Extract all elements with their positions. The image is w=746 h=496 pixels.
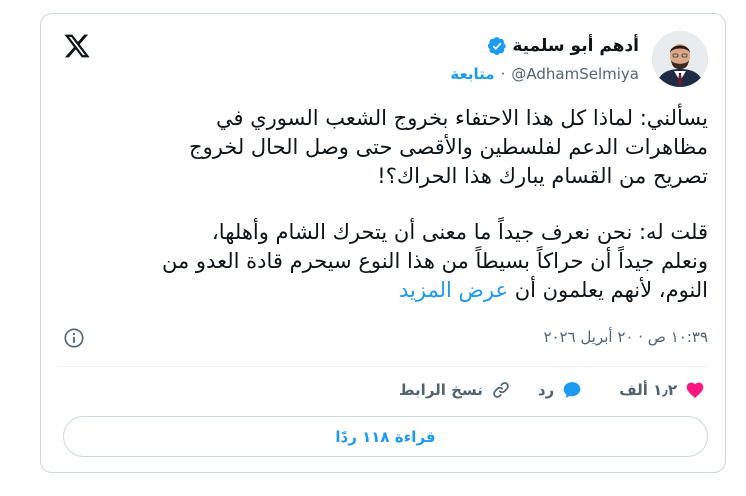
action-bar: ١٫٢ ألف رد نسخ الرابط — [399, 380, 705, 400]
separator-dot: · — [500, 65, 506, 83]
x-logo-icon[interactable] — [63, 32, 91, 60]
heart-icon — [685, 380, 705, 400]
tweet-line: قلت له: نحن نعرف جيداً ما معنى أن يتحرك … — [212, 220, 708, 244]
link-icon — [491, 380, 511, 400]
reply-button[interactable]: رد — [538, 380, 582, 400]
reply-label: رد — [537, 381, 555, 399]
tweet-line: النوم، لأنهم يعلمون أن — [514, 278, 708, 302]
reply-bubble-icon — [562, 380, 582, 400]
copy-link-button[interactable]: نسخ الرابط — [399, 380, 511, 400]
tweet-line: يسألني: لماذا كل هذا الاحتفاء بخروج الشع… — [215, 106, 708, 130]
copy-link-label: نسخ الرابط — [398, 381, 483, 399]
tweet-line-last: النوم، لأنهم يعلمون أن عرض المزيد — [60, 276, 708, 305]
divider — [58, 366, 708, 367]
verified-badge-icon — [487, 36, 507, 56]
author-name-row: أدهم أبو سلمية — [487, 36, 639, 56]
tweet-text: يسألني: لماذا كل هذا الاحتفاء بخروج الشع… — [60, 104, 708, 305]
tweet-card: أدهم أبو سلمية @AdhamSelmiya · متابعة يس… — [40, 13, 726, 473]
tweet-line: تصريح من القسام يبارك هذا الحراك؟! — [377, 164, 708, 188]
avatar[interactable] — [652, 31, 708, 87]
read-replies-label: قراءة ١١٨ ردًا — [335, 427, 436, 446]
tweet-line: مظاهرات الدعم لفلسطين والأقصى حتى وصل ال… — [189, 135, 708, 159]
author-handle-row: @AdhamSelmiya · متابعة — [450, 65, 639, 83]
tweet-timestamp[interactable]: ١٠:٣٩ ص · ٢٠ أبريل ٢٠٢٦ — [543, 328, 708, 346]
tweet-line: ونعلم جيداً أن حراكاً بسيطاً من هذا النو… — [162, 249, 708, 273]
follow-button[interactable]: متابعة — [450, 65, 494, 83]
like-button[interactable]: ١٫٢ ألف — [619, 380, 705, 400]
likes-count: ١٫٢ ألف — [619, 381, 677, 399]
info-icon[interactable] — [63, 327, 85, 349]
author-name[interactable]: أدهم أبو سلمية — [512, 36, 639, 56]
read-replies-button[interactable]: قراءة ١١٨ ردًا — [63, 416, 708, 457]
author-handle[interactable]: @AdhamSelmiya — [511, 65, 639, 83]
show-more-link[interactable]: عرض المزيد — [399, 278, 508, 302]
